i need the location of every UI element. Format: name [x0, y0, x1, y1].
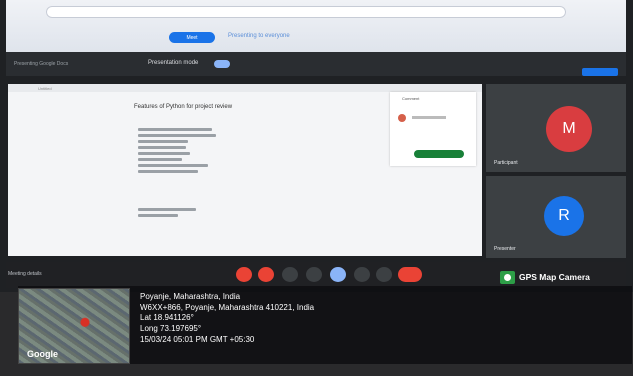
more-icon[interactable]	[376, 267, 392, 282]
emoji-icon[interactable]	[306, 267, 322, 282]
doc-line	[138, 164, 208, 167]
doc-line	[138, 214, 178, 217]
longitude: Long 73.197695°	[140, 324, 202, 334]
raise-hand-icon[interactable]	[354, 267, 370, 282]
presentation-title: Presenting Google Docs	[14, 61, 69, 67]
camera-icon[interactable]	[258, 267, 274, 282]
end-call-icon[interactable]	[398, 267, 422, 282]
latitude: Lat 18.941126°	[140, 313, 194, 323]
monitor-screen: Meet Presenting to everyone Presenting G…	[0, 0, 633, 292]
doc-line	[138, 158, 182, 161]
gps-app-name: GPS Map Camera	[519, 272, 590, 282]
meet-header: Presenting Google Docs Presentation mode	[6, 52, 626, 76]
shared-document: Untitled Features of Python for project …	[8, 84, 482, 256]
gps-camera-badge: GPS Map Camera	[500, 268, 628, 286]
map-pin-icon	[500, 270, 515, 284]
meet-tab-chip[interactable]: Meet	[169, 32, 215, 43]
participant-tile[interactable]: R Presenter	[486, 176, 626, 258]
doc-line	[138, 134, 216, 137]
doc-heading: Features of Python for project review	[134, 104, 233, 110]
participant-name: Participant	[494, 160, 518, 166]
location-stamp: Google Poyanje, Maharashtra, India W6XX+…	[18, 286, 632, 364]
browser-chrome: Meet Presenting to everyone	[6, 0, 626, 52]
avatar: M	[546, 106, 592, 152]
resolve-button[interactable]	[414, 150, 464, 158]
doc-line	[138, 170, 198, 173]
presentation-toggle[interactable]	[214, 60, 230, 68]
timestamp: 15/03/24 05:01 PM GMT +05:30	[140, 334, 255, 344]
captions-icon[interactable]	[282, 267, 298, 282]
participant-name: Presenter	[494, 246, 516, 252]
location-title: Poyanje, Maharashtra, India	[140, 292, 241, 301]
comment-text	[412, 116, 446, 119]
doc-tab[interactable]: Untitled	[38, 86, 52, 91]
mic-icon[interactable]	[236, 267, 252, 282]
map-thumbnail: Google	[18, 288, 130, 364]
location-details: Poyanje, Maharashtra, India W6XX+866, Po…	[140, 292, 314, 346]
participant-tile[interactable]: M Participant	[486, 84, 626, 172]
presenting-notice: Presenting to everyone	[228, 33, 290, 39]
stop-presenting-button[interactable]	[582, 68, 618, 76]
comment-title: Comment	[402, 96, 420, 101]
doc-line	[138, 152, 190, 155]
doc-line	[138, 146, 186, 149]
doc-line	[138, 140, 188, 143]
comment-panel: Comment	[390, 92, 476, 166]
address: W6XX+866, Poyanje, Maharashtra 410221, I…	[140, 302, 315, 312]
doc-line	[138, 128, 212, 131]
doc-line	[138, 208, 196, 211]
commenter-avatar	[398, 114, 406, 122]
map-provider-logo: Google	[27, 349, 58, 359]
presentation-mode-label: Presentation mode	[148, 60, 199, 66]
present-icon[interactable]	[330, 267, 346, 282]
doc-toolbar: Untitled	[8, 84, 482, 92]
avatar: R	[544, 196, 584, 236]
meeting-details[interactable]: Meeting details	[8, 271, 42, 277]
address-bar[interactable]	[46, 6, 566, 18]
